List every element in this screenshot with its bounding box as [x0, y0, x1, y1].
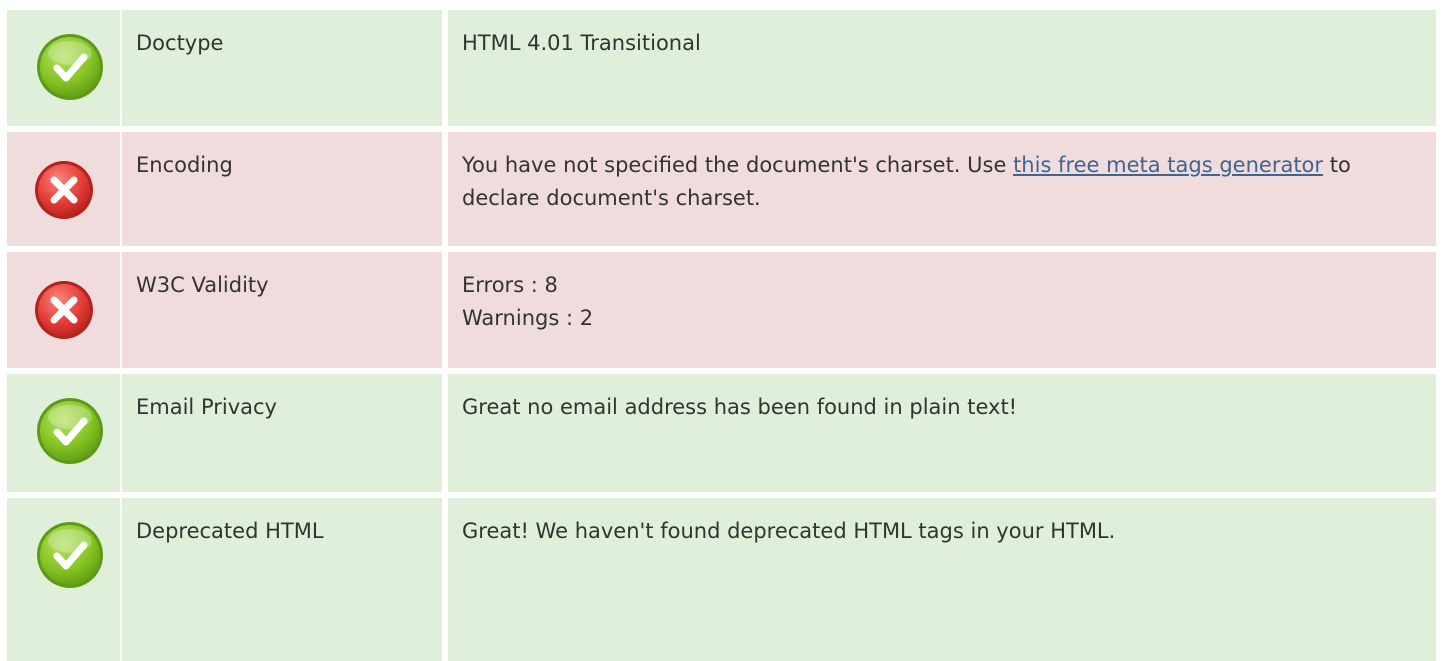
- row-value: Great no email address has been found in…: [462, 395, 1018, 419]
- row-label: Email Privacy: [136, 395, 277, 419]
- check-icon: [37, 34, 103, 100]
- row-label: Doctype: [136, 31, 224, 55]
- row-label-cell: Doctype: [122, 10, 442, 126]
- warnings-count: Warnings : 2: [462, 306, 594, 330]
- report-row-encoding: Encoding You have not specified the docu…: [0, 132, 1443, 246]
- report-row-email-privacy: Email Privacy Great no email address has…: [0, 374, 1443, 492]
- report-row-w3c-validity: W3C Validity Errors : 8 Warnings : 2: [0, 252, 1443, 368]
- row-value-cell: You have not specified the document's ch…: [448, 132, 1436, 246]
- status-cell: [7, 374, 120, 492]
- check-icon: [37, 522, 103, 588]
- status-cell: [7, 498, 120, 661]
- meta-tags-generator-link[interactable]: this free meta tags generator: [1013, 153, 1323, 177]
- row-label: Deprecated HTML: [136, 519, 324, 543]
- cross-icon: [35, 281, 93, 339]
- row-value-cell: HTML 4.01 Transitional: [448, 10, 1436, 126]
- status-cell: [7, 252, 120, 368]
- row-value-cell: Great no email address has been found in…: [448, 374, 1436, 492]
- value-text-before: You have not specified the document's ch…: [462, 153, 1014, 177]
- row-label-cell: Deprecated HTML: [122, 498, 442, 661]
- cross-icon: [35, 161, 93, 219]
- errors-count: Errors : 8: [462, 273, 558, 297]
- row-label-cell: W3C Validity: [122, 252, 442, 368]
- row-value-cell: Great! We haven't found deprecated HTML …: [448, 498, 1436, 661]
- status-cell: [7, 132, 120, 246]
- row-value: Great! We haven't found deprecated HTML …: [462, 519, 1116, 543]
- row-label-cell: Encoding: [122, 132, 442, 246]
- row-value: HTML 4.01 Transitional: [462, 31, 701, 55]
- row-value: Errors : 8 Warnings : 2: [462, 269, 1422, 335]
- row-value-cell: Errors : 8 Warnings : 2: [448, 252, 1436, 368]
- status-cell: [7, 10, 120, 126]
- row-label: Encoding: [136, 153, 233, 177]
- row-value: You have not specified the document's ch…: [462, 149, 1422, 215]
- report-row-doctype: Doctype HTML 4.01 Transitional: [0, 10, 1443, 126]
- report-row-deprecated-html: Deprecated HTML Great! We haven't found …: [0, 498, 1443, 661]
- row-label: W3C Validity: [136, 273, 269, 297]
- seo-report-table: Doctype HTML 4.01 Transitional Encoding …: [0, 0, 1443, 661]
- row-label-cell: Email Privacy: [122, 374, 442, 492]
- check-icon: [37, 398, 103, 464]
